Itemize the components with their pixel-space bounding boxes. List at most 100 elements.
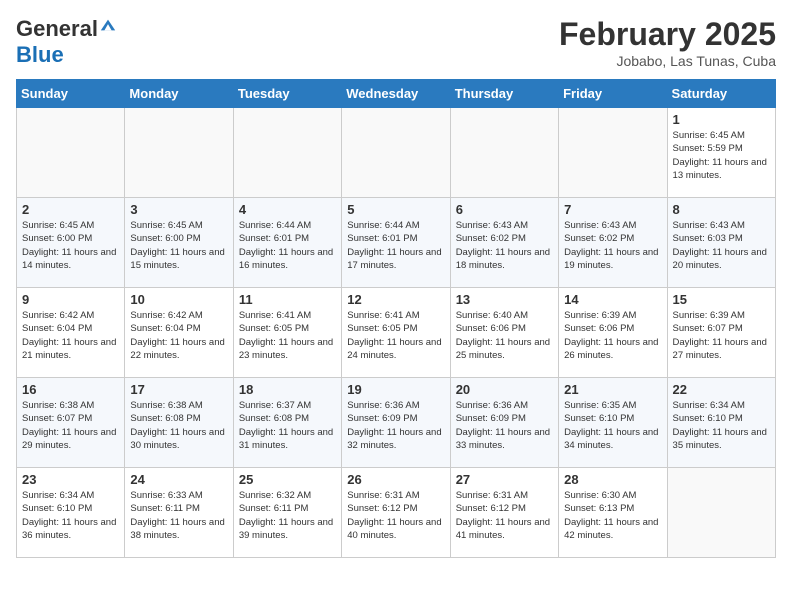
weekday-header-row: SundayMondayTuesdayWednesdayThursdayFrid… — [17, 80, 776, 108]
logo-general-text: General — [16, 16, 98, 42]
day-info: Sunrise: 6:31 AM Sunset: 6:12 PM Dayligh… — [456, 489, 553, 542]
calendar-cell: 16Sunrise: 6:38 AM Sunset: 6:07 PM Dayli… — [17, 378, 125, 468]
calendar-cell: 21 Sunrise: 6:35 AM Sunset: 6:10 PM Dayli… — [559, 378, 667, 468]
day-number: 21 — [564, 382, 661, 397]
weekday-header-sunday: Sunday — [17, 80, 125, 108]
day-info: Sunrise: 6:45 AM Sunset: 5:59 PM Dayligh… — [673, 129, 770, 182]
calendar-cell: 7 Sunrise: 6:43 AM Sunset: 6:02 PM Daylig… — [559, 198, 667, 288]
calendar-cell — [667, 468, 775, 558]
calendar-week-row: 2 Sunrise: 6:45 AM Sunset: 6:00 PM Daylig… — [17, 198, 776, 288]
day-info: Sunrise: 6:42 AM Sunset: 6:04 PM Dayligh… — [130, 309, 227, 362]
day-number: 11 — [239, 292, 336, 307]
day-number: 15 — [673, 292, 770, 307]
day-info: Sunrise: 6:41 AM Sunset: 6:05 PM Dayligh… — [239, 309, 336, 362]
calendar-cell: 22 Sunrise: 6:34 AM Sunset: 6:10 PM Dayli… — [667, 378, 775, 468]
day-number: 5 — [347, 202, 444, 217]
day-number: 13 — [456, 292, 553, 307]
calendar-cell: 24 Sunrise: 6:33 AM Sunset: 6:11 PM Dayli… — [125, 468, 233, 558]
day-info: Sunrise: 6:32 AM Sunset: 6:11 PM Dayligh… — [239, 489, 336, 542]
day-number: 24 — [130, 472, 227, 487]
calendar-cell: 6 Sunrise: 6:43 AM Sunset: 6:02 PM Daylig… — [450, 198, 558, 288]
weekday-header-monday: Monday — [125, 80, 233, 108]
day-info: Sunrise: 6:35 AM Sunset: 6:10 PM Dayligh… — [564, 399, 661, 452]
calendar-cell: 14 Sunrise: 6:39 AM Sunset: 6:06 PM Dayli… — [559, 288, 667, 378]
day-info: Sunrise: 6:40 AM Sunset: 6:06 PM Dayligh… — [456, 309, 553, 362]
calendar-cell: 15 Sunrise: 6:39 AM Sunset: 6:07 PM Dayli… — [667, 288, 775, 378]
day-number: 19 — [347, 382, 444, 397]
month-title: February 2025 — [559, 16, 776, 53]
title-block: February 2025 Jobabo, Las Tunas, Cuba — [559, 16, 776, 69]
calendar-cell: 2 Sunrise: 6:45 AM Sunset: 6:00 PM Daylig… — [17, 198, 125, 288]
day-number: 26 — [347, 472, 444, 487]
day-number: 22 — [673, 382, 770, 397]
day-number: 6 — [456, 202, 553, 217]
calendar-cell: 23 Sunrise: 6:34 AM Sunset: 6:10 PM Dayli… — [17, 468, 125, 558]
calendar-cell — [125, 108, 233, 198]
day-number: 23 — [22, 472, 119, 487]
location: Jobabo, Las Tunas, Cuba — [559, 53, 776, 69]
weekday-header-thursday: Thursday — [450, 80, 558, 108]
calendar-cell — [450, 108, 558, 198]
weekday-header-saturday: Saturday — [667, 80, 775, 108]
logo: General Blue — [16, 16, 117, 68]
day-number: 7 — [564, 202, 661, 217]
day-number: 4 — [239, 202, 336, 217]
calendar-cell: 10 Sunrise: 6:42 AM Sunset: 6:04 PM Dayli… — [125, 288, 233, 378]
day-info: Sunrise: 6:36 AM Sunset: 6:09 PM Dayligh… — [456, 399, 553, 452]
calendar-cell: 8 Sunrise: 6:43 AM Sunset: 6:03 PM Daylig… — [667, 198, 775, 288]
calendar-cell: 27 Sunrise: 6:31 AM Sunset: 6:12 PM Dayli… — [450, 468, 558, 558]
day-info: Sunrise: 6:39 AM Sunset: 6:06 PM Dayligh… — [564, 309, 661, 362]
calendar-cell: 11 Sunrise: 6:41 AM Sunset: 6:05 PM Dayli… — [233, 288, 341, 378]
calendar-cell: 17 Sunrise: 6:38 AM Sunset: 6:08 PM Dayli… — [125, 378, 233, 468]
calendar-cell — [342, 108, 450, 198]
calendar-cell: 9 Sunrise: 6:42 AM Sunset: 6:04 PM Daylig… — [17, 288, 125, 378]
day-info: Sunrise: 6:38 AM Sunset: 6:08 PM Dayligh… — [130, 399, 227, 452]
day-info: Sunrise: 6:45 AM Sunset: 6:00 PM Dayligh… — [130, 219, 227, 272]
day-info: Sunrise: 6:43 AM Sunset: 6:03 PM Dayligh… — [673, 219, 770, 272]
weekday-header-wednesday: Wednesday — [342, 80, 450, 108]
day-info: Sunrise: 6:44 AM Sunset: 6:01 PM Dayligh… — [239, 219, 336, 272]
day-info: Sunrise: 6:45 AM Sunset: 6:00 PM Dayligh… — [22, 219, 119, 272]
day-number: 9 — [22, 292, 119, 307]
day-info: Sunrise: 6:33 AM Sunset: 6:11 PM Dayligh… — [130, 489, 227, 542]
day-number: 18 — [239, 382, 336, 397]
calendar-week-row: 23 Sunrise: 6:34 AM Sunset: 6:10 PM Dayli… — [17, 468, 776, 558]
calendar-cell: 13 Sunrise: 6:40 AM Sunset: 6:06 PM Dayli… — [450, 288, 558, 378]
day-info: Sunrise: 6:34 AM Sunset: 6:10 PM Dayligh… — [673, 399, 770, 452]
day-info: Sunrise: 6:34 AM Sunset: 6:10 PM Dayligh… — [22, 489, 119, 542]
day-number: 10 — [130, 292, 227, 307]
calendar-cell — [559, 108, 667, 198]
day-info: Sunrise: 6:41 AM Sunset: 6:05 PM Dayligh… — [347, 309, 444, 362]
day-info: Sunrise: 6:39 AM Sunset: 6:07 PM Dayligh… — [673, 309, 770, 362]
day-number: 17 — [130, 382, 227, 397]
calendar-cell: 26Sunrise: 6:31 AM Sunset: 6:12 PM Dayli… — [342, 468, 450, 558]
day-number: 14 — [564, 292, 661, 307]
calendar-cell: 28 Sunrise: 6:30 AM Sunset: 6:13 PM Dayli… — [559, 468, 667, 558]
day-number: 25 — [239, 472, 336, 487]
logo-blue-text: Blue — [16, 42, 64, 68]
day-number: 27 — [456, 472, 553, 487]
day-info: Sunrise: 6:43 AM Sunset: 6:02 PM Dayligh… — [456, 219, 553, 272]
day-info: Sunrise: 6:30 AM Sunset: 6:13 PM Dayligh… — [564, 489, 661, 542]
logo-icon — [99, 16, 117, 34]
calendar-cell — [233, 108, 341, 198]
calendar-week-row: 16Sunrise: 6:38 AM Sunset: 6:07 PM Dayli… — [17, 378, 776, 468]
day-number: 12 — [347, 292, 444, 307]
day-info: Sunrise: 6:43 AM Sunset: 6:02 PM Dayligh… — [564, 219, 661, 272]
calendar-cell: 12 Sunrise: 6:41 AM Sunset: 6:05 PM Dayli… — [342, 288, 450, 378]
day-info: Sunrise: 6:36 AM Sunset: 6:09 PM Dayligh… — [347, 399, 444, 452]
calendar-cell — [17, 108, 125, 198]
day-number: 1 — [673, 112, 770, 127]
calendar-cell: 18 Sunrise: 6:37 AM Sunset: 6:08 PM Dayli… — [233, 378, 341, 468]
day-number: 20 — [456, 382, 553, 397]
day-number: 16 — [22, 382, 119, 397]
day-number: 2 — [22, 202, 119, 217]
calendar-cell: 25 Sunrise: 6:32 AM Sunset: 6:11 PM Dayli… — [233, 468, 341, 558]
calendar-cell: 1 Sunrise: 6:45 AM Sunset: 5:59 PM Daylig… — [667, 108, 775, 198]
day-number: 8 — [673, 202, 770, 217]
page-header: General Blue February 2025 Jobabo, Las T… — [16, 16, 776, 69]
day-info: Sunrise: 6:42 AM Sunset: 6:04 PM Dayligh… — [22, 309, 119, 362]
calendar-cell: 3Sunrise: 6:45 AM Sunset: 6:00 PM Daylig… — [125, 198, 233, 288]
day-info: Sunrise: 6:37 AM Sunset: 6:08 PM Dayligh… — [239, 399, 336, 452]
day-number: 28 — [564, 472, 661, 487]
